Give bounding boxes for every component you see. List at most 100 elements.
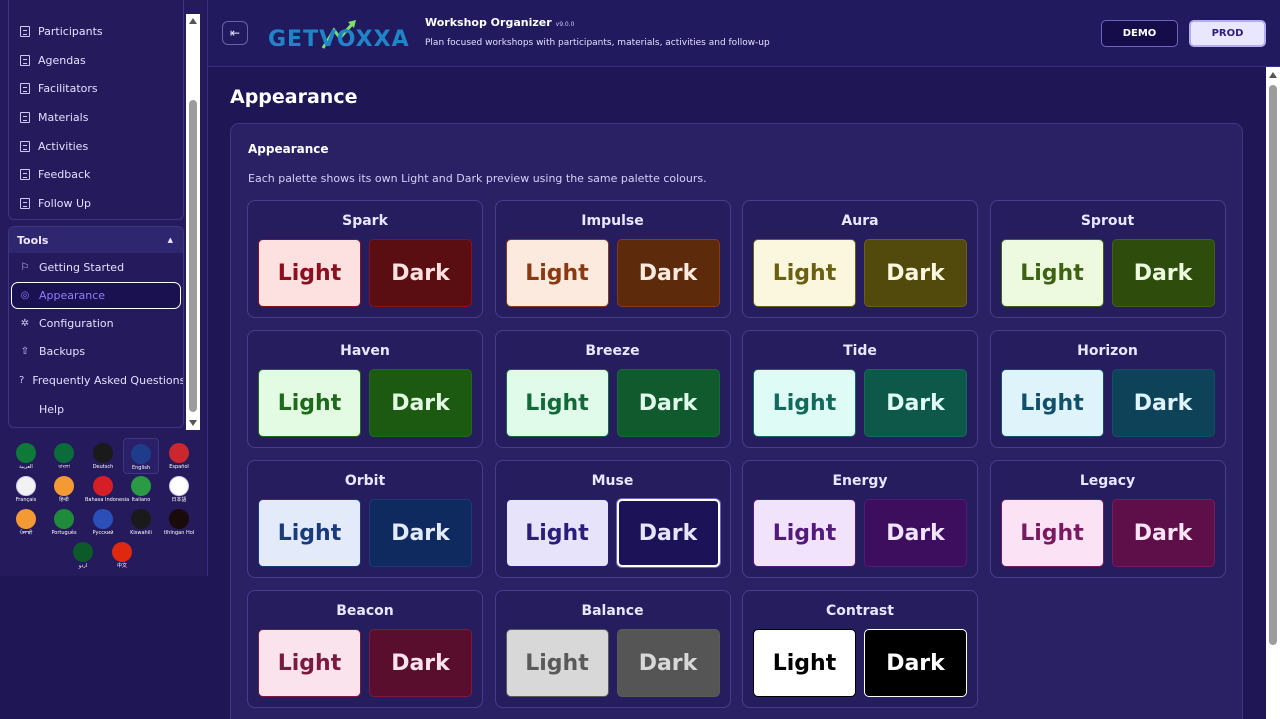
language-option[interactable]: Português: [46, 504, 82, 540]
language-option[interactable]: বাংলা: [46, 438, 82, 474]
language-option[interactable]: Русский: [85, 504, 121, 540]
dark-preview-button[interactable]: Dark: [1111, 369, 1215, 437]
sidebar-item-label: Agendas: [38, 53, 86, 67]
light-preview-button[interactable]: Light: [258, 239, 361, 307]
sidebar-scrollbar[interactable]: [186, 14, 200, 430]
sidebar-item-feedback[interactable]: Feedback: [9, 160, 183, 189]
light-preview-button[interactable]: Light: [753, 629, 856, 697]
language-name: Русский: [92, 530, 114, 536]
document-icon: [20, 169, 30, 181]
dark-preview-button[interactable]: Dark: [616, 239, 720, 307]
scroll-up-icon[interactable]: [189, 18, 197, 24]
sidebar-item-participants[interactable]: Participants: [9, 17, 183, 46]
tools-item-frequently-asked-questions[interactable]: ? Frequently Asked Questions: [9, 366, 183, 395]
document-icon: [20, 25, 30, 37]
dark-preview-button[interactable]: Dark: [1111, 499, 1215, 567]
dark-preview-button[interactable]: Dark: [369, 629, 472, 697]
dark-preview-button[interactable]: Dark: [1111, 239, 1215, 307]
document-icon: [20, 111, 30, 123]
app-logo: GETVOXXA: [268, 18, 413, 54]
language-option[interactable]: Français: [8, 471, 44, 507]
light-preview-button[interactable]: Light: [505, 239, 609, 307]
language-option[interactable]: ਪੰਜਾਬੀ: [8, 504, 44, 540]
palette-name: Tide: [843, 343, 877, 359]
dark-preview-button[interactable]: Dark: [864, 629, 967, 697]
palette-name: Beacon: [336, 603, 394, 619]
language-option[interactable]: Italiano: [123, 471, 159, 507]
language-option[interactable]: Kiswahili: [123, 504, 159, 540]
sidebar-item-activities[interactable]: Activities: [9, 132, 183, 161]
language-option[interactable]: हिन्दी: [46, 471, 82, 507]
dark-preview-button[interactable]: Dark: [864, 499, 967, 567]
palette-name: Breeze: [585, 343, 640, 359]
tools-panel: Tools ▲ ⚐ Getting Started ◎ Appearance ✲ Conf…: [8, 226, 184, 428]
language-option[interactable]: 中文: [104, 537, 140, 573]
tools-item-appearance[interactable]: ◎ Appearance: [11, 281, 181, 309]
collapse-icon: ⇤: [229, 26, 241, 40]
main-scrollbar[interactable]: [1266, 67, 1280, 719]
light-preview-button[interactable]: Light: [258, 629, 361, 697]
palette-tile: Orbit Light Dark: [247, 460, 483, 578]
palette-tile: Sprout Light Dark: [989, 200, 1226, 318]
tools-item-label: Configuration: [39, 316, 114, 330]
sidebar: Participants Agendas Facilitators Materials…: [0, 0, 208, 576]
scroll-thumb[interactable]: [1269, 85, 1277, 645]
top-bar: ⇤ GETVOXXA Workshop Organizer v9.0.0 Plan…: [208, 0, 1280, 67]
sidebar-item-follow-up[interactable]: Follow Up: [9, 189, 183, 218]
dark-preview-button[interactable]: Dark: [616, 369, 720, 437]
sidebar-item-label: Facilitators: [38, 82, 98, 96]
light-preview-button[interactable]: Light: [258, 369, 361, 437]
language-option[interactable]: 日本語: [161, 471, 197, 507]
palette-name: Impulse: [581, 213, 644, 229]
light-preview-button[interactable]: Light: [1000, 239, 1104, 307]
light-preview-button[interactable]: Light: [505, 629, 609, 697]
tools-item-backups[interactable]: ⇧ Backups: [9, 337, 183, 366]
dark-preview-button[interactable]: Dark: [369, 499, 472, 567]
sidebar-item-facilitators[interactable]: Facilitators: [9, 74, 183, 103]
dark-preview-button[interactable]: Dark: [864, 369, 967, 437]
language-option[interactable]: Bahasa Indonesia: [85, 471, 129, 507]
light-preview-button[interactable]: Light: [505, 499, 609, 567]
light-preview-button[interactable]: Light: [258, 499, 361, 567]
light-preview-button[interactable]: Light: [505, 369, 609, 437]
light-preview-button[interactable]: Light: [1000, 369, 1104, 437]
palette-tile: Tide Light Dark: [742, 330, 978, 448]
sidebar-item-materials[interactable]: Materials: [9, 103, 183, 132]
tools-header[interactable]: Tools ▲: [9, 227, 183, 253]
light-preview-button[interactable]: Light: [753, 499, 856, 567]
prod-button[interactable]: PROD: [1189, 20, 1266, 47]
language-option[interactable]: Deutsch: [85, 438, 121, 474]
demo-button[interactable]: DEMO: [1101, 20, 1178, 47]
language-name: اردو: [78, 563, 88, 569]
language-name: বাংলা: [58, 464, 70, 470]
light-preview-button[interactable]: Light: [1000, 499, 1104, 567]
language-option[interactable]: tlhIngan Hol: [161, 504, 197, 540]
sidebar-item-agendas[interactable]: Agendas: [9, 46, 183, 75]
scroll-thumb[interactable]: [189, 100, 197, 412]
language-option[interactable]: Español: [161, 438, 197, 474]
palette-tile: Contrast Light Dark: [742, 590, 978, 708]
dark-preview-button[interactable]: Dark: [616, 499, 720, 567]
palette-name: Aura: [841, 213, 879, 229]
flag-icon: ⚐: [20, 261, 30, 273]
dark-preview-button[interactable]: Dark: [616, 629, 720, 697]
dark-preview-button[interactable]: Dark: [369, 239, 472, 307]
sidebar-item-label: Activities: [38, 139, 89, 153]
language-name: Français: [15, 497, 37, 503]
tools-item-help[interactable]: Help: [9, 395, 183, 424]
dark-preview-button[interactable]: Dark: [864, 239, 967, 307]
language-option[interactable]: اردو: [65, 537, 101, 573]
tools-item-getting-started[interactable]: ⚐ Getting Started: [9, 253, 183, 282]
scroll-down-icon[interactable]: [189, 420, 197, 426]
flag-icon: [93, 443, 113, 463]
language-option[interactable]: العربية: [8, 438, 44, 474]
light-preview-button[interactable]: Light: [753, 369, 856, 437]
tools-item-configuration[interactable]: ✲ Configuration: [9, 309, 183, 338]
language-option[interactable]: English: [123, 438, 159, 474]
scroll-up-icon[interactable]: [1269, 72, 1277, 78]
collapse-sidebar-button[interactable]: ⇤: [222, 21, 248, 45]
dark-preview-button[interactable]: Dark: [369, 369, 472, 437]
tools-item-label: Getting Started: [39, 260, 125, 274]
palette-name: Balance: [581, 603, 644, 619]
light-preview-button[interactable]: Light: [753, 239, 856, 307]
